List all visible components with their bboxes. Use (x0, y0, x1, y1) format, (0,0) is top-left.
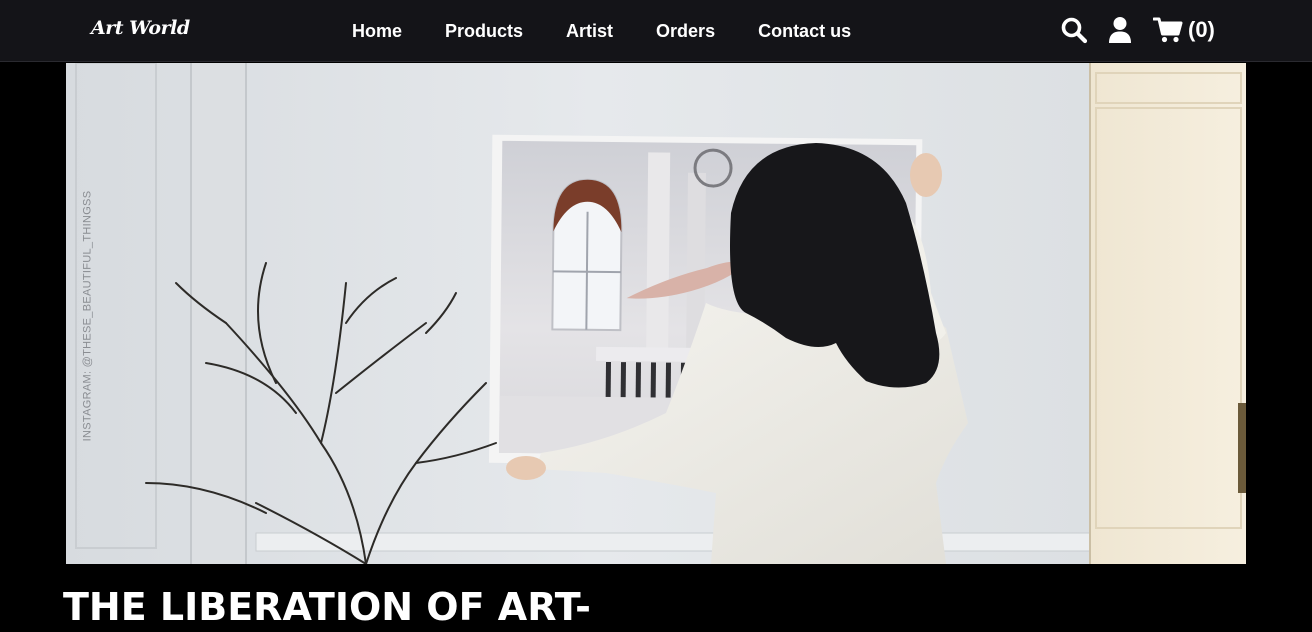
search-icon[interactable] (1060, 16, 1088, 44)
hero-illustration (66, 63, 1246, 564)
main-nav: Home Products Artist Orders Contact us (352, 19, 851, 43)
nav-tools: (0) (1060, 16, 1215, 44)
cart-button[interactable]: (0) (1153, 16, 1215, 44)
cart-count: (0) (1188, 17, 1215, 42)
nav-link-home[interactable]: Home (352, 19, 402, 43)
cart-icon (1153, 16, 1183, 44)
nav-link-orders[interactable]: Orders (656, 19, 715, 43)
nav-link-artist[interactable]: Artist (566, 19, 613, 43)
user-icon[interactable] (1108, 16, 1132, 44)
nav-link-products[interactable]: Products (445, 19, 523, 43)
hero-image: INSTAGRAM: @THESE_BEAUTIFUL_THINGSS (66, 63, 1246, 564)
brand-logo[interactable]: Art World (91, 17, 190, 39)
top-navbar: Art World Home Products Artist Orders Co… (0, 0, 1312, 62)
nav-link-contact-us[interactable]: Contact us (758, 19, 851, 43)
page-headline: THE LIBERATION OF ART- (63, 585, 591, 629)
hero-watermark: INSTAGRAM: @THESE_BEAUTIFUL_THINGSS (81, 190, 94, 441)
